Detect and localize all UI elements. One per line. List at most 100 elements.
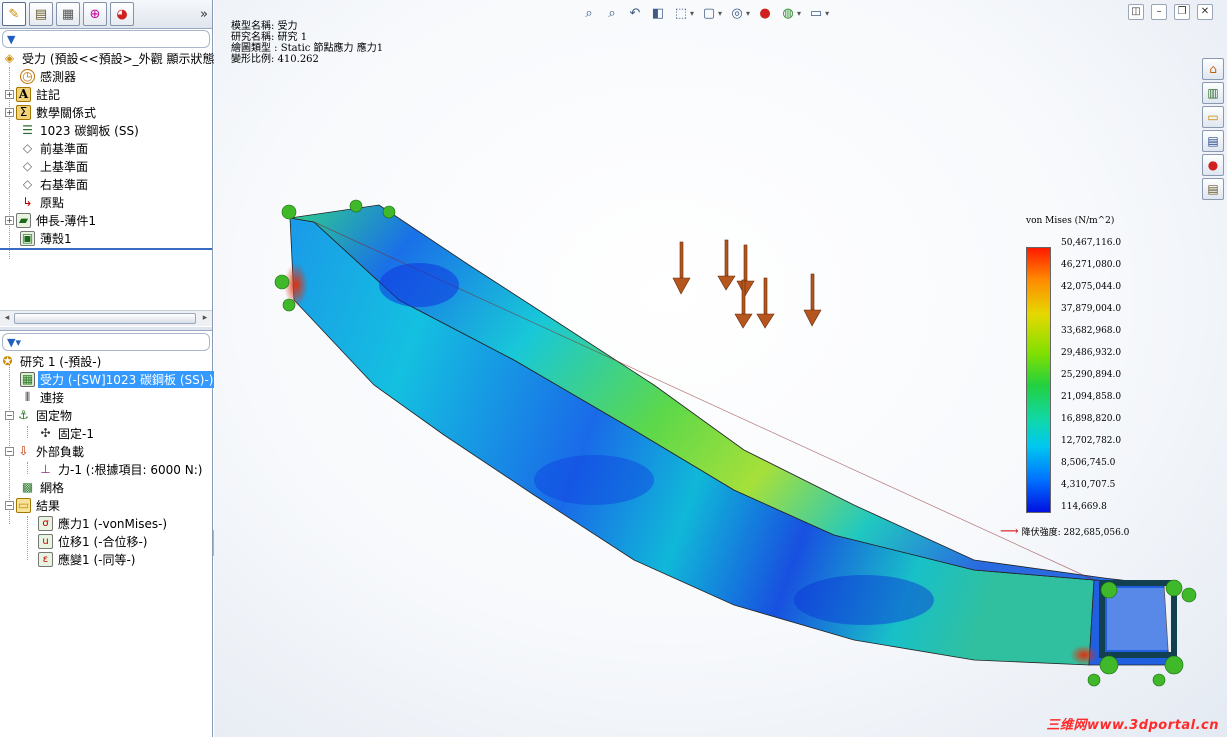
study-item-fixed-1[interactable]: ✣ 固定-1	[38, 424, 96, 442]
feature-tree: ◈ 受力 (預設<<預設>_外觀 顯示狀態 ◷ 感測器 + A 註記 + Σ 數…	[0, 49, 214, 259]
legend-value: 114,669.8	[1061, 502, 1107, 512]
feature-manager-panel: ✎ ▤ ▦ ⊕ ◕ » ▼ ◈ 受力 (預設<<預設>_外觀 顯示狀態 ◷ 感測…	[0, 0, 216, 737]
study-filter-bar[interactable]: ▼▾	[2, 333, 210, 351]
legend-value: 46,271,080.0	[1061, 260, 1122, 270]
manager-tabstrip: ✎ ▤ ▦ ⊕ ◕ »	[0, 0, 212, 29]
study-item-displacement-1[interactable]: u 位移1 (-合位移-)	[38, 532, 149, 550]
study-root[interactable]: ✪ 研究 1 (-預設-)	[0, 352, 103, 370]
low-stress-zone	[379, 263, 459, 307]
tree-item-material[interactable]: ☰ 1023 碳鋼板 (SS)	[20, 121, 141, 139]
force-arrow-icon: ⊥	[40, 462, 51, 476]
collapse-icon[interactable]: −	[5, 500, 14, 510]
legend-value: 16,898,820.0	[1061, 414, 1122, 424]
annotation-icon: A	[16, 86, 31, 102]
tree-item-right-plane[interactable]: ◇ 右基準面	[20, 175, 90, 193]
low-stress-zone	[794, 575, 934, 625]
dimxpert-tab[interactable]: ⊕	[83, 2, 107, 26]
plane-icon: ◇	[22, 141, 33, 155]
study-icon: ✪	[2, 354, 13, 368]
panel-divider	[0, 248, 212, 250]
filter-icon: ▼	[7, 32, 16, 46]
legend-value: 33,682,968.0	[1061, 326, 1122, 336]
study-item-results[interactable]: − ▭ 結果	[5, 496, 62, 514]
material-icon: ☰	[22, 123, 33, 137]
feature-filter-bar[interactable]: ▼	[2, 30, 210, 48]
feature-tree-icon: ✎	[8, 6, 20, 22]
expand-icon[interactable]: +	[5, 215, 14, 225]
simulation-study-tree: ✪ 研究 1 (-預設-) ▦ 受力 (-[SW]1023 碳鋼板 (SS)-)…	[0, 352, 216, 572]
watermark: 三维网www.3dportal.cn	[1046, 718, 1219, 733]
feature-manager-tab[interactable]: ✎	[2, 2, 26, 26]
plane-icon: ◇	[22, 159, 33, 173]
horizontal-scrollbar[interactable]: ◂ ▸	[0, 310, 212, 326]
scroll-left-icon[interactable]: ◂	[1, 313, 13, 323]
beam-end-inner	[1107, 588, 1169, 650]
collapse-icon[interactable]: −	[5, 446, 14, 456]
extrude-icon: ▰	[16, 212, 31, 228]
tab-more-button[interactable]: »	[200, 7, 208, 22]
legend-value: 12,702,782.0	[1061, 436, 1122, 446]
strain-plot-icon: ε	[38, 551, 53, 567]
load-icon: ⇩	[18, 444, 29, 458]
scroll-thumb[interactable]	[14, 313, 196, 324]
tree-item-top-plane[interactable]: ◇ 上基準面	[20, 157, 90, 175]
study-item-connections[interactable]: ⫴ 連接	[20, 388, 66, 406]
mesh-icon: ▩	[21, 480, 34, 494]
study-item-fixtures[interactable]: − ⚓ 固定物	[5, 406, 74, 424]
legend-value: 8,506,745.0	[1061, 458, 1116, 468]
study-item-part[interactable]: ▦ 受力 (-[SW]1023 碳鋼板 (SS)-)	[20, 370, 216, 388]
study-item-external-loads[interactable]: − ⇩ 外部負載	[5, 442, 86, 460]
study-item-mesh[interactable]: ▩ 網格	[20, 478, 66, 496]
tree-item-sensors[interactable]: ◷ 感測器	[20, 67, 78, 85]
stress-plot-model[interactable]	[214, 0, 1227, 737]
yield-strength-marker: ⟶ 降伏強度: 282,685,056.0	[1000, 524, 1129, 539]
yield-arrow-icon: ⟶	[1000, 524, 1019, 539]
yield-strength-label: 降伏強度: 282,685,056.0	[1021, 528, 1130, 538]
legend-colorbar	[1026, 247, 1051, 513]
study-item-force-1[interactable]: ⊥ 力-1 (:根據項目: 6000 N:)	[38, 460, 204, 478]
high-stress-zone	[1070, 645, 1098, 665]
property-manager-tab[interactable]: ▤	[29, 2, 53, 26]
crosshair-icon: ⊕	[89, 6, 101, 22]
legend-value: 29,486,932.0	[1061, 348, 1122, 358]
legend-value: 50,467,116.0	[1061, 238, 1122, 248]
connection-icon: ⫴	[24, 389, 31, 404]
part-icon: ◈	[4, 51, 15, 65]
scroll-right-icon[interactable]: ▸	[199, 313, 211, 323]
plane-icon: ◇	[22, 177, 33, 191]
mesh-part-icon: ▦	[20, 371, 35, 387]
tree-item-shell[interactable]: ▣ 薄殼1	[20, 229, 74, 247]
legend-value: 21,094,858.0	[1061, 392, 1122, 402]
filter-icon: ▼▾	[7, 335, 21, 349]
tree-item-front-plane[interactable]: ◇ 前基準面	[20, 139, 90, 157]
collapse-icon[interactable]: −	[5, 410, 14, 420]
configuration-manager-tab[interactable]: ▦	[56, 2, 80, 26]
tree-item-origin[interactable]: ↳ 原點	[20, 193, 66, 211]
sensor-icon: ◷	[20, 68, 35, 84]
legend-title: von Mises (N/m^2)	[1026, 216, 1115, 226]
expand-icon[interactable]: +	[5, 107, 14, 117]
study-item-strain-1[interactable]: ε 應變1 (-同等-)	[38, 550, 137, 568]
feature-tree-root[interactable]: ◈ 受力 (預設<<預設>_外觀 顯示狀態	[2, 49, 216, 67]
displacement-plot-icon: u	[38, 533, 53, 549]
tree-item-annotations[interactable]: + A 註記	[5, 85, 62, 103]
study-item-stress-1[interactable]: σ 應力1 (-vonMises-)	[38, 514, 169, 532]
stress-plot-icon: σ	[38, 515, 53, 531]
fixed-icon: ✣	[40, 426, 51, 440]
legend-value: 25,290,894.0	[1061, 370, 1122, 380]
color-wheel-icon: ◕	[116, 6, 128, 22]
expand-icon[interactable]: +	[5, 89, 14, 99]
configuration-icon: ▦	[61, 6, 75, 22]
results-folder-icon: ▭	[16, 497, 31, 513]
display-manager-tab[interactable]: ◕	[110, 2, 134, 26]
tree-item-extrude[interactable]: + ▰ 伸長-薄件1	[5, 211, 98, 229]
origin-icon: ↳	[22, 195, 33, 209]
load-arrows	[672, 239, 822, 329]
graphics-viewport[interactable]: 模型名稱: 受力 研究名稱: 研究 1 繪圖類型 : Static 節點應力 應…	[214, 0, 1227, 737]
low-stress-zone	[534, 455, 654, 505]
tree-item-equations[interactable]: + Σ 數學關係式	[5, 103, 98, 121]
shell-icon: ▣	[20, 230, 35, 246]
pane-splitter[interactable]	[0, 327, 212, 331]
property-icon: ▤	[34, 6, 48, 22]
fixture-icon: ⚓	[18, 408, 29, 422]
